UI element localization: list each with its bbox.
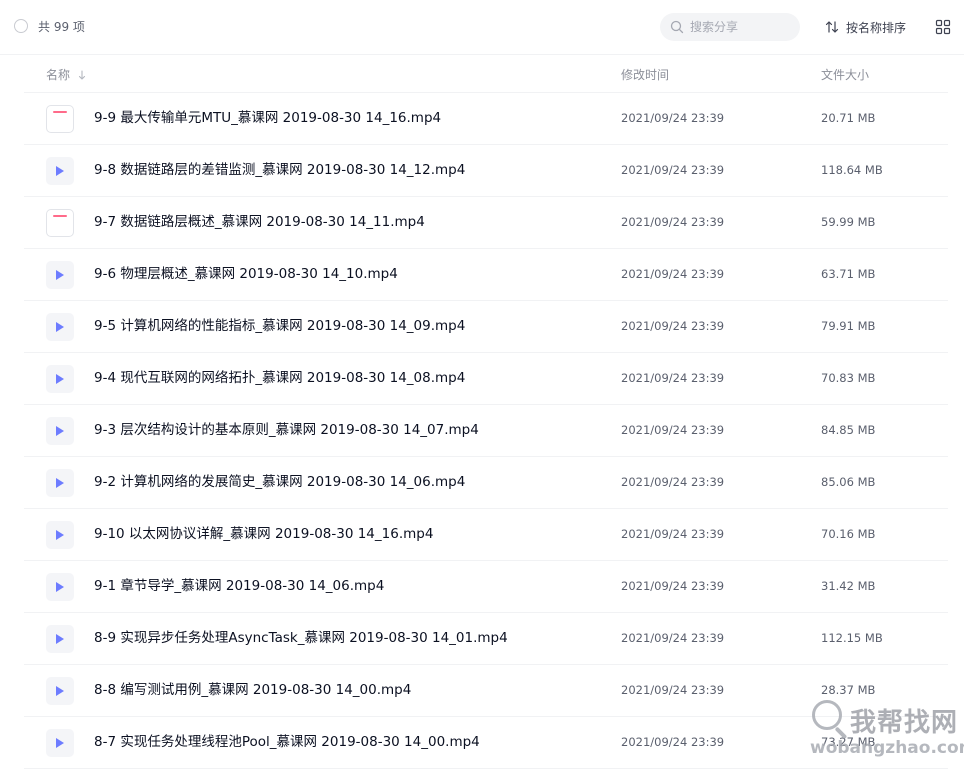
video-file-icon xyxy=(46,573,74,601)
file-row[interactable]: 9-7 数据链路层概述_慕课网 2019-08-30 14_11.mp4 2021… xyxy=(24,197,948,249)
document-file-icon xyxy=(46,105,74,133)
file-size: 31.42 MB xyxy=(821,579,876,593)
sort-icon xyxy=(825,21,839,33)
toolbar: 共 99 项 按名称排序 xyxy=(0,0,964,55)
video-file-icon xyxy=(46,729,74,757)
file-name[interactable]: 9-6 物理层概述_慕课网 2019-08-30 14_10.mp4 xyxy=(94,265,398,283)
file-name[interactable]: 9-8 数据链路层的差错监测_慕课网 2019-08-30 14_12.mp4 xyxy=(94,161,465,179)
file-name[interactable]: 9-2 计算机网络的发展简史_慕课网 2019-08-30 14_06.mp4 xyxy=(94,473,465,491)
video-file-icon xyxy=(46,157,74,185)
file-modified-time: 2021/09/24 23:39 xyxy=(621,735,725,749)
file-modified-time: 2021/09/24 23:39 xyxy=(621,683,725,697)
file-name[interactable]: 9-4 现代互联网的网络拓扑_慕课网 2019-08-30 14_08.mp4 xyxy=(94,369,465,387)
column-header: 名称 修改时间 文件大小 xyxy=(24,56,948,93)
video-file-icon xyxy=(46,365,74,393)
column-size-header[interactable]: 文件大小 xyxy=(821,66,869,83)
file-row[interactable]: 8-9 实现异步任务处理AsyncTask_慕课网 2019-08-30 14_… xyxy=(24,613,948,665)
file-modified-time: 2021/09/24 23:39 xyxy=(621,111,725,125)
file-name[interactable]: 9-5 计算机网络的性能指标_慕课网 2019-08-30 14_09.mp4 xyxy=(94,317,465,335)
file-row[interactable]: 9-6 物理层概述_慕课网 2019-08-30 14_10.mp4 2021/0… xyxy=(24,249,948,301)
file-size: 70.16 MB xyxy=(821,527,876,541)
video-file-icon xyxy=(46,625,74,653)
file-modified-time: 2021/09/24 23:39 xyxy=(621,319,725,333)
watermark: 我帮找网 wobangzhao.com xyxy=(808,698,964,766)
file-size: 28.37 MB xyxy=(821,683,876,697)
watermark-domain: wobangzhao.com xyxy=(810,738,964,758)
item-count: 共 99 项 xyxy=(38,20,85,34)
column-name-header[interactable]: 名称 xyxy=(46,66,86,83)
file-modified-time: 2021/09/24 23:39 xyxy=(621,267,725,281)
file-modified-time: 2021/09/24 23:39 xyxy=(621,423,725,437)
file-size: 63.71 MB xyxy=(821,267,876,281)
file-row[interactable]: 9-1 章节导学_慕课网 2019-08-30 14_06.mp4 2021/09… xyxy=(24,561,948,613)
video-file-icon xyxy=(46,469,74,497)
video-file-icon xyxy=(46,417,74,445)
video-file-icon xyxy=(46,521,74,549)
file-modified-time: 2021/09/24 23:39 xyxy=(621,163,725,177)
file-name[interactable]: 8-8 编写测试用例_慕课网 2019-08-30 14_00.mp4 xyxy=(94,681,411,699)
file-row[interactable]: 9-5 计算机网络的性能指标_慕课网 2019-08-30 14_09.mp4 2… xyxy=(24,301,948,353)
select-all-checkbox[interactable] xyxy=(14,19,28,33)
file-row[interactable]: 9-10 以太网协议详解_慕课网 2019-08-30 14_16.mp4 202… xyxy=(24,509,948,561)
sort-button[interactable]: 按名称排序 xyxy=(824,18,906,36)
file-name[interactable]: 9-3 层次结构设计的基本原则_慕课网 2019-08-30 14_07.mp4 xyxy=(94,421,479,439)
file-modified-time: 2021/09/24 23:39 xyxy=(621,527,725,541)
search-icon xyxy=(670,20,684,34)
file-row[interactable]: 9-3 层次结构设计的基本原则_慕课网 2019-08-30 14_07.mp4… xyxy=(24,405,948,457)
file-size: 84.85 MB xyxy=(821,423,876,437)
file-name[interactable]: 8-9 实现异步任务处理AsyncTask_慕课网 2019-08-30 14_… xyxy=(94,629,508,647)
file-modified-time: 2021/09/24 23:39 xyxy=(621,631,725,645)
file-row[interactable]: 9-9 最大传输单元MTU_慕课网 2019-08-30 14_16.mp4 20… xyxy=(24,93,948,145)
file-name[interactable]: 9-10 以太网协议详解_慕课网 2019-08-30 14_16.mp4 xyxy=(94,525,433,543)
magnifier-logo-icon xyxy=(812,700,842,730)
file-modified-time: 2021/09/24 23:39 xyxy=(621,371,725,385)
file-name[interactable]: 9-1 章节导学_慕课网 2019-08-30 14_06.mp4 xyxy=(94,577,384,595)
file-size: 118.64 MB xyxy=(821,163,883,177)
grid-view-icon[interactable] xyxy=(935,19,951,35)
file-size: 20.71 MB xyxy=(821,111,876,125)
search-box[interactable] xyxy=(660,13,800,41)
file-size: 85.06 MB xyxy=(821,475,876,489)
file-row[interactable]: 9-2 计算机网络的发展简史_慕课网 2019-08-30 14_06.mp4 2… xyxy=(24,457,948,509)
watermark-text: 我帮找网 xyxy=(850,708,959,738)
file-name[interactable]: 9-7 数据链路层概述_慕课网 2019-08-30 14_11.mp4 xyxy=(94,213,425,231)
column-modified-header[interactable]: 修改时间 xyxy=(621,66,669,83)
file-name[interactable]: 9-9 最大传输单元MTU_慕课网 2019-08-30 14_16.mp4 xyxy=(94,109,441,127)
file-list: 9-9 最大传输单元MTU_慕课网 2019-08-30 14_16.mp4 20… xyxy=(24,93,948,769)
file-size: 70.83 MB xyxy=(821,371,876,385)
sort-label: 按名称排序 xyxy=(846,20,907,35)
file-size: 59.99 MB xyxy=(821,215,876,229)
document-file-icon xyxy=(46,209,74,237)
sort-arrow-down-icon xyxy=(78,69,86,80)
file-modified-time: 2021/09/24 23:39 xyxy=(621,475,725,489)
file-modified-time: 2021/09/24 23:39 xyxy=(621,215,725,229)
column-name-label: 名称 xyxy=(46,68,71,82)
file-modified-time: 2021/09/24 23:39 xyxy=(621,579,725,593)
file-size: 112.15 MB xyxy=(821,631,883,645)
search-input[interactable] xyxy=(690,18,790,36)
video-file-icon xyxy=(46,261,74,289)
file-size: 79.91 MB xyxy=(821,319,876,333)
file-row[interactable]: 9-8 数据链路层的差错监测_慕课网 2019-08-30 14_12.mp4 2… xyxy=(24,145,948,197)
video-file-icon xyxy=(46,313,74,341)
video-file-icon xyxy=(46,677,74,705)
file-name[interactable]: 8-7 实现任务处理线程池Pool_慕课网 2019-08-30 14_00.m… xyxy=(94,733,480,751)
file-row[interactable]: 9-4 现代互联网的网络拓扑_慕课网 2019-08-30 14_08.mp4 2… xyxy=(24,353,948,405)
